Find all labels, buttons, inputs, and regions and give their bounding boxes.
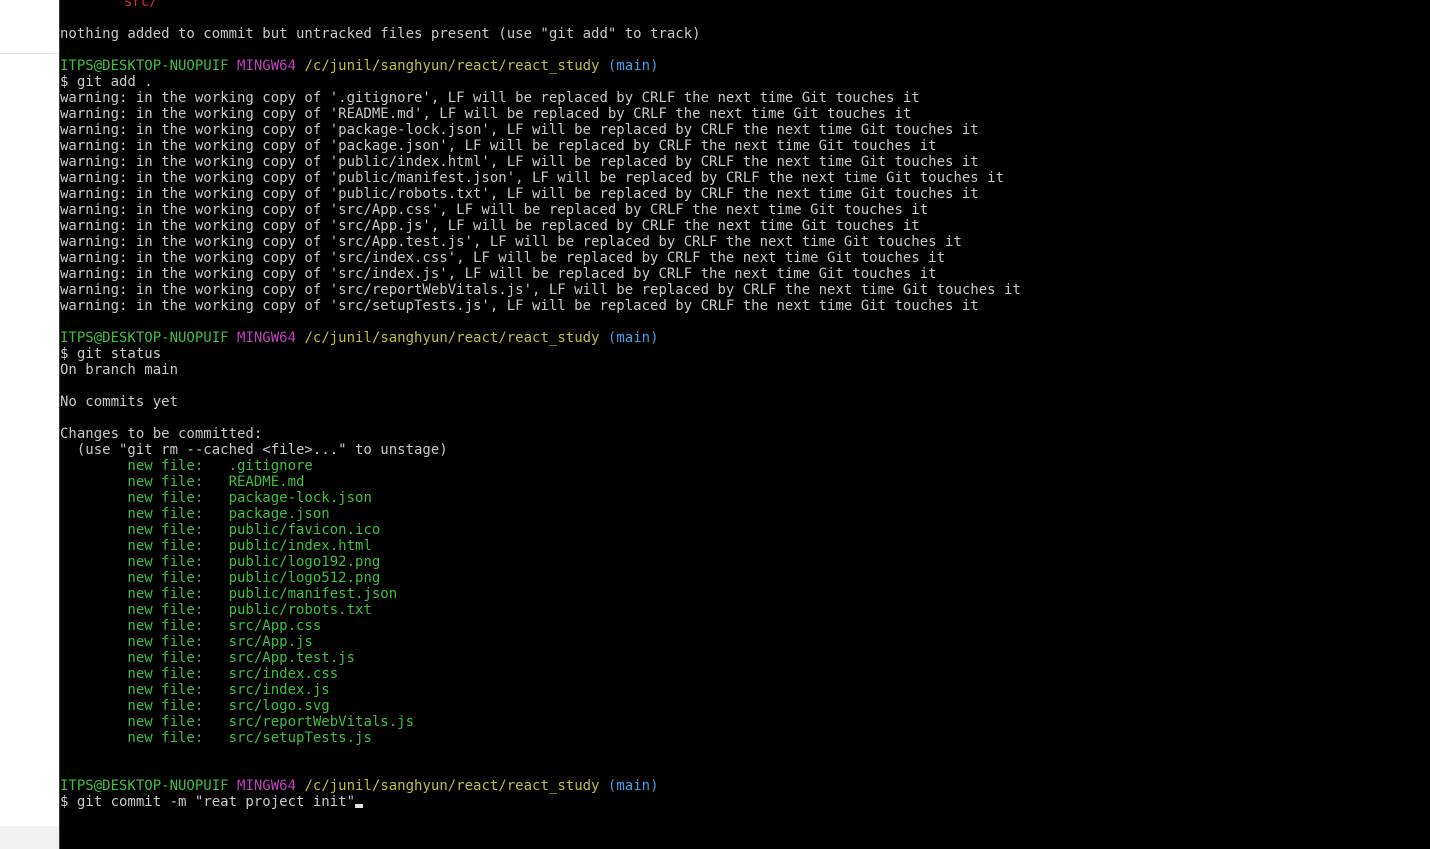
prompt-branch: (main) [607, 58, 659, 74]
staged-file-name: src/App.css [228, 618, 322, 634]
new-file-label: new file: [60, 650, 229, 666]
prompt-branch: (main) [607, 330, 659, 346]
terminal-window[interactable]: src/ nothing added to commit but untrack… [59, 0, 1430, 849]
changes-header-line: Changes to be committed: [60, 426, 263, 442]
warning-line: warning: in the working copy of 'src/set… [60, 298, 979, 314]
staged-file-name: src/setupTests.js [228, 730, 372, 746]
warning-line: warning: in the working copy of 'package… [60, 138, 937, 154]
prompt-line: ITPS@DESKTOP-NUOPUIF MINGW64 /c/junil/sa… [60, 330, 659, 346]
staged-file-name: public/robots.txt [228, 602, 372, 618]
staged-file-line: new file: src/index.js [60, 682, 330, 698]
staged-file-name: package-lock.json [228, 490, 372, 506]
staged-file-name: src/index.css [228, 666, 339, 682]
staged-file-line: new file: public/robots.txt [60, 602, 372, 618]
staged-file-line: new file: src/setupTests.js [60, 730, 372, 746]
text-cursor [355, 804, 364, 808]
new-file-label: new file: [60, 714, 229, 730]
prompt-env: MINGW64 [237, 778, 297, 794]
staged-file-line: new file: public/manifest.json [60, 586, 397, 602]
staged-file-line: new file: package-lock.json [60, 490, 372, 506]
staged-file-line: new file: src/reportWebVitals.js [60, 714, 414, 730]
staged-file-name: public/logo512.png [228, 570, 381, 586]
new-file-label: new file: [60, 554, 229, 570]
prompt-line: ITPS@DESKTOP-NUOPUIF MINGW64 /c/junil/sa… [60, 58, 659, 74]
new-file-label: new file: [60, 602, 229, 618]
staged-file-line: new file: src/App.css [60, 618, 321, 634]
new-file-label: new file: [60, 522, 229, 538]
prompt-env: MINGW64 [237, 330, 297, 346]
warning-line: warning: in the working copy of 'package… [60, 122, 979, 138]
new-file-label: new file: [60, 730, 229, 746]
new-file-label: new file: [60, 474, 229, 490]
staged-file-line: new file: src/logo.svg [60, 698, 330, 714]
staged-file-line: new file: .gitignore [60, 458, 313, 474]
staged-file-line: new file: public/logo512.png [60, 570, 380, 586]
staged-file-name: README.md [228, 474, 305, 490]
staged-file-line: new file: package.json [60, 506, 330, 522]
new-file-label: new file: [60, 586, 229, 602]
command-git-status: $ git status [60, 346, 162, 362]
new-file-label: new file: [60, 506, 229, 522]
new-file-label: new file: [60, 618, 229, 634]
staged-file-name: .gitignore [228, 458, 313, 474]
staged-file-name: src/logo.svg [228, 698, 330, 714]
staged-file-line: new file: src/App.test.js [60, 650, 355, 666]
warning-line: warning: in the working copy of 'src/App… [60, 202, 929, 218]
new-file-label: new file: [60, 666, 229, 682]
command-input-line[interactable]: $ git commit -m "reat project init" [60, 794, 364, 810]
warning-line: warning: in the working copy of '.gitign… [60, 90, 920, 106]
warning-line: warning: in the working copy of 'public/… [60, 170, 1005, 186]
unstage-hint-line: (use "git rm --cached <file>..." to unst… [60, 442, 448, 458]
warning-line: warning: in the working copy of 'src/ind… [60, 250, 946, 266]
staged-file-line: new file: public/favicon.ico [60, 522, 380, 538]
staged-file-name: src/App.js [228, 634, 313, 650]
staged-file-name: public/index.html [228, 538, 372, 554]
command-git-add: $ git add . [60, 74, 153, 90]
prompt-path: /c/junil/sanghyun/react/react_study [304, 58, 600, 74]
command-git-commit[interactable]: $ git commit -m "reat project init" [60, 794, 355, 810]
staged-file-name: src/index.js [228, 682, 330, 698]
warning-line: warning: in the working copy of 'src/App… [60, 234, 962, 250]
staged-file-name: src/App.test.js [228, 650, 356, 666]
staged-file-name: public/favicon.ico [228, 522, 381, 538]
prompt-user: ITPS@DESKTOP-NUOPUIF [60, 778, 229, 794]
warning-line: warning: in the working copy of 'public/… [60, 186, 979, 202]
staged-file-name: public/logo192.png [228, 554, 381, 570]
staged-file-line: new file: src/index.css [60, 666, 338, 682]
prompt-user: ITPS@DESKTOP-NUOPUIF [60, 330, 229, 346]
prompt-path: /c/junil/sanghyun/react/react_study [304, 778, 600, 794]
warning-line: warning: in the working copy of 'README.… [60, 106, 912, 122]
staged-file-line: new file: README.md [60, 474, 304, 490]
new-file-label: new file: [60, 458, 229, 474]
staged-file-line: new file: public/index.html [60, 538, 372, 554]
strip-divider [0, 53, 59, 54]
untracked-dir-line: src/ [124, 0, 158, 10]
warning-line: warning: in the working copy of 'src/rep… [60, 282, 1021, 298]
no-commits-line: No commits yet [60, 394, 179, 410]
new-file-label: new file: [60, 538, 229, 554]
prompt-path: /c/junil/sanghyun/react/react_study [304, 330, 600, 346]
warning-line: warning: in the working copy of 'src/ind… [60, 266, 937, 282]
prompt-branch: (main) [607, 778, 659, 794]
new-file-label: new file: [60, 698, 229, 714]
strip-bottom-shade [0, 826, 59, 849]
on-branch-line: On branch main [60, 362, 179, 378]
nothing-added-line: nothing added to commit but untracked fi… [60, 26, 701, 42]
prompt-line: ITPS@DESKTOP-NUOPUIF MINGW64 /c/junil/sa… [60, 778, 659, 794]
staged-file-line: new file: src/App.js [60, 634, 313, 650]
background-window-strip [0, 0, 59, 849]
new-file-label: new file: [60, 570, 229, 586]
prompt-user: ITPS@DESKTOP-NUOPUIF [60, 58, 229, 74]
staged-file-name: public/manifest.json [228, 586, 398, 602]
new-file-label: new file: [60, 682, 229, 698]
new-file-label: new file: [60, 634, 229, 650]
warning-line: warning: in the working copy of 'src/App… [60, 218, 920, 234]
new-file-label: new file: [60, 490, 229, 506]
staged-file-name: package.json [228, 506, 330, 522]
staged-file-name: src/reportWebVitals.js [228, 714, 415, 730]
warning-line: warning: in the working copy of 'public/… [60, 154, 979, 170]
staged-file-line: new file: public/logo192.png [60, 554, 380, 570]
prompt-env: MINGW64 [237, 58, 297, 74]
